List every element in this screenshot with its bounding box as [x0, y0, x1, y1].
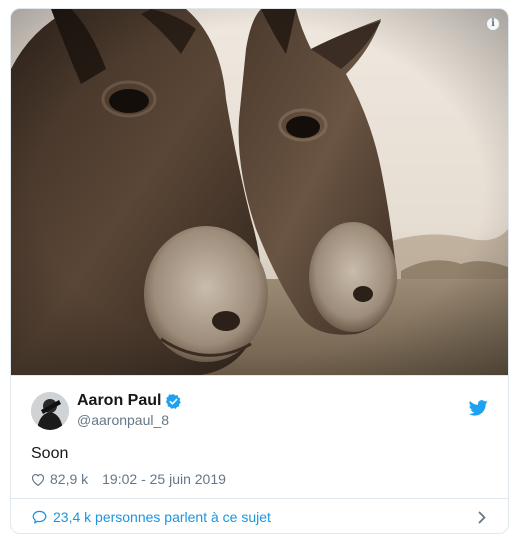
info-icon[interactable]: i [486, 17, 500, 31]
verified-badge-icon [166, 393, 182, 409]
tweet-timestamp[interactable]: 19:02 - 25 juin 2019 [102, 471, 226, 487]
tweet-text: Soon [31, 445, 69, 462]
heart-icon[interactable] [31, 473, 45, 486]
conversation-text[interactable]: 23,4 k personnes parlent à ce sujet [53, 509, 271, 525]
author-block[interactable]: Aaron Paul @aaronpaul_8 [77, 392, 182, 428]
tweet-meta: 82,9 k 19:02 - 25 juin 2019 [31, 471, 226, 487]
info-glyph: i [491, 18, 495, 29]
tweet-photo[interactable]: i [11, 9, 508, 375]
tweet-header: Aaron Paul @aaronpaul_8 [11, 375, 508, 438]
twitter-bird-icon[interactable] [469, 400, 488, 416]
like-count[interactable]: 82,9 k [50, 471, 88, 487]
tweet-embed-card[interactable]: i Aaron Paul @aaronpaul_8 Soon 82,9 k 19… [10, 8, 509, 534]
chevron-right-icon[interactable] [478, 511, 486, 524]
avatar[interactable] [31, 392, 69, 430]
donkeys-photo [11, 9, 508, 375]
author-name[interactable]: Aaron Paul [77, 392, 161, 410]
author-handle[interactable]: @aaronpaul_8 [77, 412, 182, 428]
conversation-link[interactable]: 23,4 k personnes parlent à ce sujet [11, 498, 508, 533]
speech-bubble-icon [32, 510, 47, 524]
